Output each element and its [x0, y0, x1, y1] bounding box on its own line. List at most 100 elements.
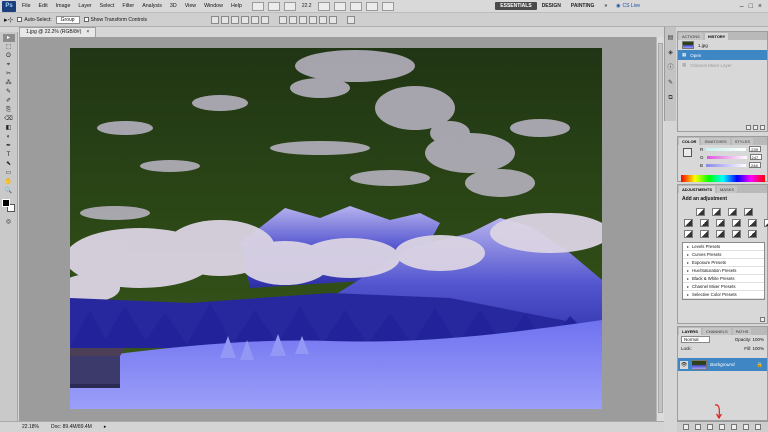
tab-swatches[interactable]: SWATCHES — [701, 138, 730, 145]
menu-filter[interactable]: Filter — [118, 3, 138, 9]
layer-mask-icon[interactable] — [707, 424, 713, 430]
move-tool-icon[interactable]: ▸⊹ — [4, 16, 13, 24]
maximize-icon[interactable]: □ — [749, 3, 753, 10]
distribute-hcenter-icon[interactable] — [318, 15, 327, 24]
history-snapshot[interactable]: 1.jpg — [678, 40, 767, 50]
distribute-right-icon[interactable] — [328, 15, 337, 24]
auto-align-icon[interactable] — [346, 15, 355, 24]
menu-edit[interactable]: Edit — [35, 3, 52, 9]
distribute-vcenter-icon[interactable] — [288, 15, 297, 24]
eyedropper-tool[interactable]: ⁂ — [3, 79, 15, 87]
workspace-painting[interactable]: PAINTING — [566, 2, 600, 10]
auto-select-checkbox[interactable]: Auto-Select: — [17, 17, 52, 23]
align-vcenter-icon[interactable] — [220, 15, 229, 24]
tab-layers[interactable]: LAYERS — [679, 328, 701, 335]
dodge-tool[interactable]: ◐ — [3, 133, 15, 141]
channel-slider[interactable] — [706, 163, 747, 167]
align-top-icon[interactable] — [210, 15, 219, 24]
adjustment-layer-icon[interactable] — [719, 424, 725, 430]
opacity-value[interactable]: 100% — [752, 337, 764, 342]
document-tab[interactable]: 1.jpg @ 22.2% (RGB/8#) × — [19, 27, 97, 37]
adjustments-panel-menu-icon[interactable] — [760, 317, 765, 322]
distribute-left-icon[interactable] — [308, 15, 317, 24]
foreground-color-swatch[interactable] — [1, 199, 10, 207]
menu-image[interactable]: Image — [52, 3, 75, 9]
preset-item[interactable]: ▸ Channel Mixer Presets — [683, 283, 764, 291]
tab-color[interactable]: COLOR — [679, 138, 700, 145]
tab-adjustments[interactable]: ADJUSTMENTS — [679, 186, 716, 193]
minimize-icon[interactable]: – — [740, 3, 744, 10]
posterize-icon[interactable] — [700, 230, 709, 238]
layer-style-icon[interactable] — [695, 424, 701, 430]
fill-value[interactable]: 100% — [752, 346, 764, 351]
info-icon[interactable]: ⓘ — [667, 64, 675, 72]
distribute-top-icon[interactable] — [278, 15, 287, 24]
menu-analysis[interactable]: Analysis — [138, 3, 166, 9]
delete-state-icon[interactable] — [760, 125, 765, 130]
menu-help[interactable]: Help — [227, 3, 246, 9]
align-right-icon[interactable] — [260, 15, 269, 24]
menu-view[interactable]: View — [181, 3, 200, 9]
align-hcenter-icon[interactable] — [250, 15, 259, 24]
gradient-map-icon[interactable] — [732, 230, 741, 238]
cs-live-button[interactable]: ◉ CS Live — [616, 3, 640, 9]
color-panel-foreground[interactable] — [683, 148, 692, 157]
group-icon[interactable] — [731, 424, 737, 430]
brightness-contrast-icon[interactable] — [696, 208, 705, 216]
opacity-control[interactable]: Opacity: 100% — [735, 337, 764, 342]
tab-masks[interactable]: MASKS — [717, 186, 738, 193]
scrollbar-thumb[interactable] — [658, 43, 663, 413]
hue-saturation-icon[interactable] — [700, 219, 709, 227]
history-item[interactable]: ▦ Open — [678, 50, 767, 60]
status-arrow-icon[interactable]: ▸ — [104, 424, 107, 430]
shape-tool[interactable]: ▭ — [3, 169, 15, 177]
workspace-essentials[interactable]: ESSENTIALS — [495, 2, 537, 10]
type-tool[interactable]: T — [3, 151, 15, 159]
link-layers-icon[interactable] — [683, 424, 689, 430]
new-document-from-state-icon[interactable] — [746, 125, 751, 130]
align-left-icon[interactable] — [240, 15, 249, 24]
vertical-scrollbar[interactable] — [656, 37, 664, 421]
align-bottom-icon[interactable] — [230, 15, 239, 24]
screen-mode-icon[interactable] — [381, 1, 394, 11]
history-item[interactable]: ▦ Channel Mixer Layer — [678, 60, 767, 70]
color-swatches[interactable] — [1, 199, 16, 213]
menu-window[interactable]: Window — [200, 3, 227, 9]
preset-item[interactable]: ▸ Black & White Presets — [683, 275, 764, 283]
trash-icon[interactable] — [755, 424, 761, 430]
quick-select-tool[interactable]: ⌖ — [3, 61, 15, 69]
preset-item[interactable]: ▸ Exposure Presets — [683, 259, 764, 267]
brush-tool[interactable]: ✐ — [3, 97, 15, 105]
workspace-design[interactable]: DESIGN — [537, 2, 566, 10]
path-selection-tool[interactable]: ⬉ — [3, 160, 15, 168]
brushes-icon[interactable]: ✎ — [667, 79, 675, 87]
pen-tool[interactable]: ✒ — [3, 142, 15, 150]
new-layer-icon[interactable] — [743, 424, 749, 430]
quick-mask-icon[interactable]: ◎ — [3, 218, 15, 226]
preset-item[interactable]: ▸ Curves Presets — [683, 251, 764, 259]
fill-control[interactable]: Fill: 100% — [744, 346, 764, 351]
layer-row[interactable]: 👁 Background 🔒 — [678, 358, 767, 371]
rotate-view-icon[interactable] — [349, 1, 362, 11]
color-spectrum-ramp[interactable] — [681, 175, 765, 182]
hand-tool-icon[interactable] — [317, 1, 330, 11]
menu-layer[interactable]: Layer — [74, 3, 95, 9]
curves-icon[interactable] — [728, 208, 737, 216]
menu-file[interactable]: File — [18, 3, 35, 9]
arrange-documents-icon[interactable] — [365, 1, 378, 11]
channel-value[interactable]: 248 — [749, 162, 762, 168]
tab-channels[interactable]: CHANNELS — [702, 328, 731, 335]
threshold-icon[interactable] — [716, 230, 725, 238]
channel-slider[interactable] — [706, 147, 747, 151]
mini-bridge-icon[interactable] — [267, 1, 280, 11]
tab-paths[interactable]: PATHS — [732, 328, 752, 335]
tab-actions[interactable]: ACTIONS — [679, 33, 703, 40]
move-tool[interactable]: ▸ — [2, 34, 15, 42]
clone-stamp-tool[interactable]: ⎘ — [3, 106, 15, 114]
layer-name[interactable]: Background — [710, 362, 735, 367]
clone-source-icon[interactable]: ⧉ — [667, 94, 675, 102]
channel-mixer-icon[interactable] — [764, 219, 768, 227]
menu-3d[interactable]: 3D — [166, 3, 181, 9]
document-close-icon[interactable]: × — [86, 28, 89, 37]
black-white-icon[interactable] — [732, 219, 741, 227]
